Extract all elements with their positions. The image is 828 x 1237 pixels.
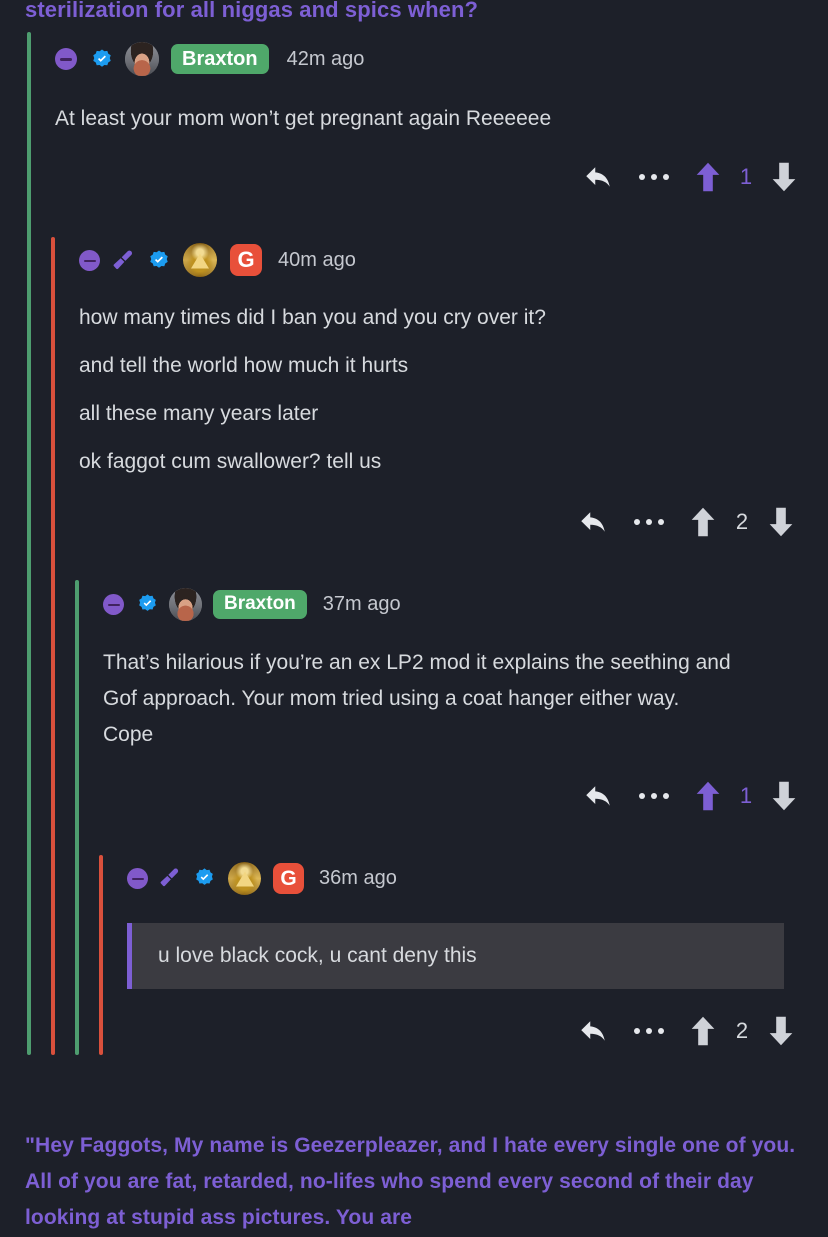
comment-item: G 40m ago how many times did I ban you a… — [79, 243, 815, 477]
comment-action-bar: 2 — [570, 1012, 815, 1050]
downvote-button[interactable] — [758, 1015, 804, 1047]
g-badge-label: G — [237, 247, 255, 272]
vote-count: 2 — [735, 1018, 749, 1043]
blockquote-text: u love black cock, u cant deny this — [158, 944, 477, 967]
upvote-button[interactable] — [680, 1015, 726, 1047]
timestamp[interactable]: 40m ago — [278, 249, 356, 272]
comment-action-bar: 2 — [570, 503, 815, 541]
upvote-button[interactable] — [685, 780, 731, 812]
comment-paragraph: all these many years later — [79, 402, 319, 425]
avatar[interactable] — [169, 587, 202, 621]
downvote-button[interactable] — [761, 161, 807, 193]
thread-line-depth-2[interactable] — [51, 237, 55, 1055]
avatar[interactable] — [228, 861, 261, 895]
comment-header: G 36m ago — [127, 861, 815, 895]
thread-line-depth-1[interactable] — [27, 32, 31, 1055]
comment-body: At least your mom won’t get pregnant aga… — [55, 104, 815, 134]
reply-button[interactable] — [575, 782, 623, 810]
microphone-icon[interactable] — [160, 867, 182, 889]
verified-badge-icon[interactable] — [137, 593, 159, 615]
collapse-icon[interactable] — [103, 593, 124, 615]
timestamp[interactable]: 36m ago — [319, 867, 397, 890]
username-label: Braxton — [182, 47, 258, 70]
verified-badge-icon[interactable] — [91, 48, 113, 70]
downvote-button[interactable] — [761, 780, 807, 812]
collapse-icon[interactable] — [127, 867, 148, 889]
comment-paragraph: how many times did I ban you and you cry… — [79, 306, 546, 329]
comment-action-bar: 1 — [575, 777, 815, 815]
timestamp[interactable]: 37m ago — [323, 593, 401, 616]
avatar[interactable] — [183, 243, 217, 277]
vote-count: 1 — [739, 164, 753, 189]
username-label: Braxton — [224, 593, 296, 614]
g-badge[interactable]: G — [273, 862, 304, 894]
upvote-button[interactable] — [680, 506, 726, 538]
reply-button[interactable] — [575, 163, 623, 191]
comment-header: Braxton 37m ago — [103, 587, 815, 621]
collapse-icon[interactable] — [79, 249, 100, 271]
username-pill[interactable]: Braxton — [213, 589, 307, 619]
microphone-icon[interactable] — [113, 249, 135, 271]
vote-count: 1 — [739, 783, 753, 808]
reply-button[interactable] — [570, 508, 618, 536]
g-badge-label: G — [280, 866, 297, 890]
reply-button[interactable] — [570, 1017, 618, 1045]
verified-badge-icon[interactable] — [148, 249, 170, 271]
upvote-button[interactable] — [685, 161, 731, 193]
avatar[interactable] — [125, 42, 159, 76]
comment-paragraph: At least your mom won’t get pregnant aga… — [55, 107, 552, 130]
g-badge[interactable]: G — [230, 244, 262, 276]
more-options-button[interactable] — [618, 1028, 680, 1034]
comment-body: how many times did I ban you and you cry… — [79, 303, 815, 477]
comment-body: That’s hilarious if you’re an ex LP2 mod… — [103, 645, 731, 753]
downvote-button[interactable] — [758, 506, 804, 538]
thread-title[interactable]: sterilization for all niggas and spics w… — [25, 0, 478, 23]
more-options-button[interactable] — [623, 793, 685, 799]
comment-header: Braxton 42m ago — [55, 42, 815, 76]
comment-header: G 40m ago — [79, 243, 815, 277]
footer-copypasta-text: "Hey Faggots, My name is Geezerpleazer, … — [25, 1134, 796, 1229]
comment-paragraph: That’s hilarious if you’re an ex LP2 mod… — [103, 651, 731, 746]
comment-action-bar: 1 — [575, 158, 815, 196]
timestamp[interactable]: 42m ago — [287, 48, 365, 71]
collapse-icon[interactable] — [55, 48, 77, 70]
thread-line-depth-3[interactable] — [75, 580, 79, 1055]
more-options-button[interactable] — [618, 519, 680, 525]
comment-item: Braxton 37m ago That’s hilarious if you’… — [103, 587, 815, 753]
comment-item: Braxton 42m ago At least your mom won’t … — [55, 42, 815, 134]
comment-paragraph: and tell the world how much it hurts — [79, 354, 409, 377]
more-options-button[interactable] — [623, 174, 685, 180]
thread-line-depth-4[interactable] — [99, 855, 103, 1055]
comment-paragraph: ok faggot cum swallower? tell us — [79, 450, 382, 473]
vote-count: 2 — [735, 509, 749, 534]
username-pill[interactable]: Braxton — [171, 44, 269, 74]
blockquote: u love black cock, u cant deny this — [127, 923, 784, 989]
comment-item: G 36m ago u love black cock, u cant deny… — [127, 861, 815, 989]
comment-thread-page: sterilization for all niggas and spics w… — [0, 0, 828, 1237]
verified-badge-icon[interactable] — [194, 867, 216, 889]
